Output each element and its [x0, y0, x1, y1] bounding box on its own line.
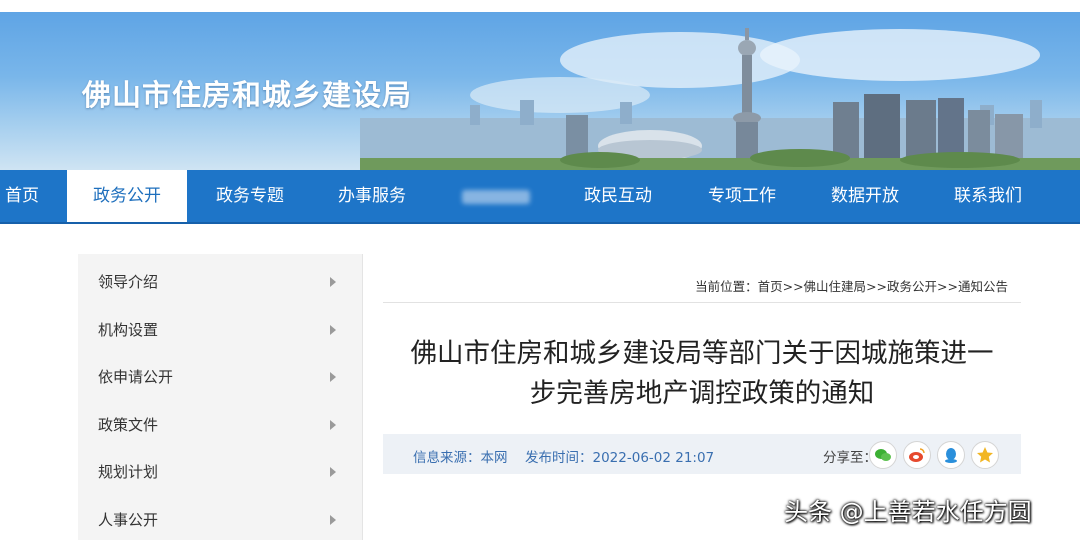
breadcrumb: 当前位置：首页>>佛山住建局>>政务公开>>通知公告: [600, 276, 1008, 295]
sidebar-item-request-disclosure[interactable]: 依申请公开: [78, 357, 362, 397]
sidebar-item-label: 领导介绍: [98, 273, 159, 291]
breadcrumb-separator: >>: [866, 279, 888, 294]
share-qzone-button[interactable]: [971, 441, 999, 469]
nav-item-blurred[interactable]: [436, 170, 556, 222]
sidebar-item-organization[interactable]: 机构设置: [78, 310, 362, 350]
sidebar-item-plans[interactable]: 规划计划: [78, 452, 362, 492]
nav-item-public-interaction[interactable]: 政民互动: [558, 170, 678, 222]
info-source: 信息来源：本网: [413, 450, 508, 466]
sidebar-item-leadership[interactable]: 领导介绍: [78, 262, 362, 302]
qzone-star-icon: [977, 447, 993, 463]
info-publish-time: 发布时间：2022-06-02 21:07: [525, 450, 715, 466]
chevron-right-icon: [330, 515, 336, 525]
nav-item-open-data[interactable]: 数据开放: [805, 170, 925, 222]
sidebar-item-policy-documents[interactable]: 政策文件: [78, 405, 362, 445]
share-weibo-button[interactable]: [903, 441, 931, 469]
sidebar-item-label: 机构设置: [98, 321, 159, 339]
sidebar-menu: 领导介绍 机构设置 依申请公开 政策文件 规划计划 人事公开: [78, 254, 363, 540]
share-wechat-button[interactable]: [869, 441, 897, 469]
breadcrumb-bureau-link[interactable]: 佛山住建局: [804, 279, 867, 294]
chevron-right-icon: [330, 325, 336, 335]
breadcrumb-affairs-link[interactable]: 政务公开: [887, 279, 937, 294]
sidebar-item-label: 依申请公开: [98, 368, 174, 386]
weibo-icon: [909, 448, 925, 462]
nav-item-contact-us[interactable]: 联系我们: [928, 170, 1048, 222]
breadcrumb-prefix: 当前位置：: [695, 279, 758, 294]
nav-item-services[interactable]: 办事服务: [312, 170, 432, 222]
watermark-text: 头条 @上善若水任方圆: [784, 498, 1032, 526]
site-title: 佛山市住房和城乡建设局: [82, 78, 413, 112]
article-title: 佛山市住房和城乡建设局等部门关于因城施策进一 步完善房地产调控政策的通知: [383, 334, 1021, 414]
wechat-icon: [875, 449, 891, 461]
nav-item-home[interactable]: 首页: [0, 170, 44, 222]
chevron-right-icon: [330, 467, 336, 477]
qq-icon: [945, 448, 957, 463]
nav-item-government-affairs-open[interactable]: 政务公开: [67, 170, 187, 222]
sidebar-item-label: 规划计划: [98, 463, 159, 481]
breadcrumb-notices-link[interactable]: 通知公告: [958, 279, 1008, 294]
chevron-right-icon: [330, 372, 336, 382]
sidebar-item-label: 人事公开: [98, 511, 159, 529]
chevron-right-icon: [330, 277, 336, 287]
article-title-line-2: 步完善房地产调控政策的通知: [529, 378, 875, 409]
breadcrumb-home-link[interactable]: 首页: [758, 279, 783, 294]
breadcrumb-separator: >>: [782, 279, 804, 294]
nav-item-special-work[interactable]: 专项工作: [682, 170, 802, 222]
article-info-bar: 信息来源：本网 发布时间：2022-06-02 21:07 分享至：: [383, 434, 1021, 474]
breadcrumb-divider: [383, 302, 1021, 303]
main-navigation: 首页 政务公开 政务专题 办事服务 政民互动 专项工作 数据开放 联系我们: [0, 170, 1080, 224]
breadcrumb-separator: >>: [937, 279, 958, 294]
blurred-text-block: [462, 190, 530, 204]
article-title-line-1: 佛山市住房和城乡建设局等部门关于因城施策进一: [410, 338, 994, 369]
sidebar-item-personnel[interactable]: 人事公开: [78, 500, 362, 540]
sidebar-item-label: 政策文件: [98, 416, 159, 434]
chevron-right-icon: [330, 420, 336, 430]
share-qq-button[interactable]: [937, 441, 965, 469]
header-banner: 佛山市住房和城乡建设局: [0, 0, 1080, 170]
nav-item-special-topics[interactable]: 政务专题: [190, 170, 310, 222]
